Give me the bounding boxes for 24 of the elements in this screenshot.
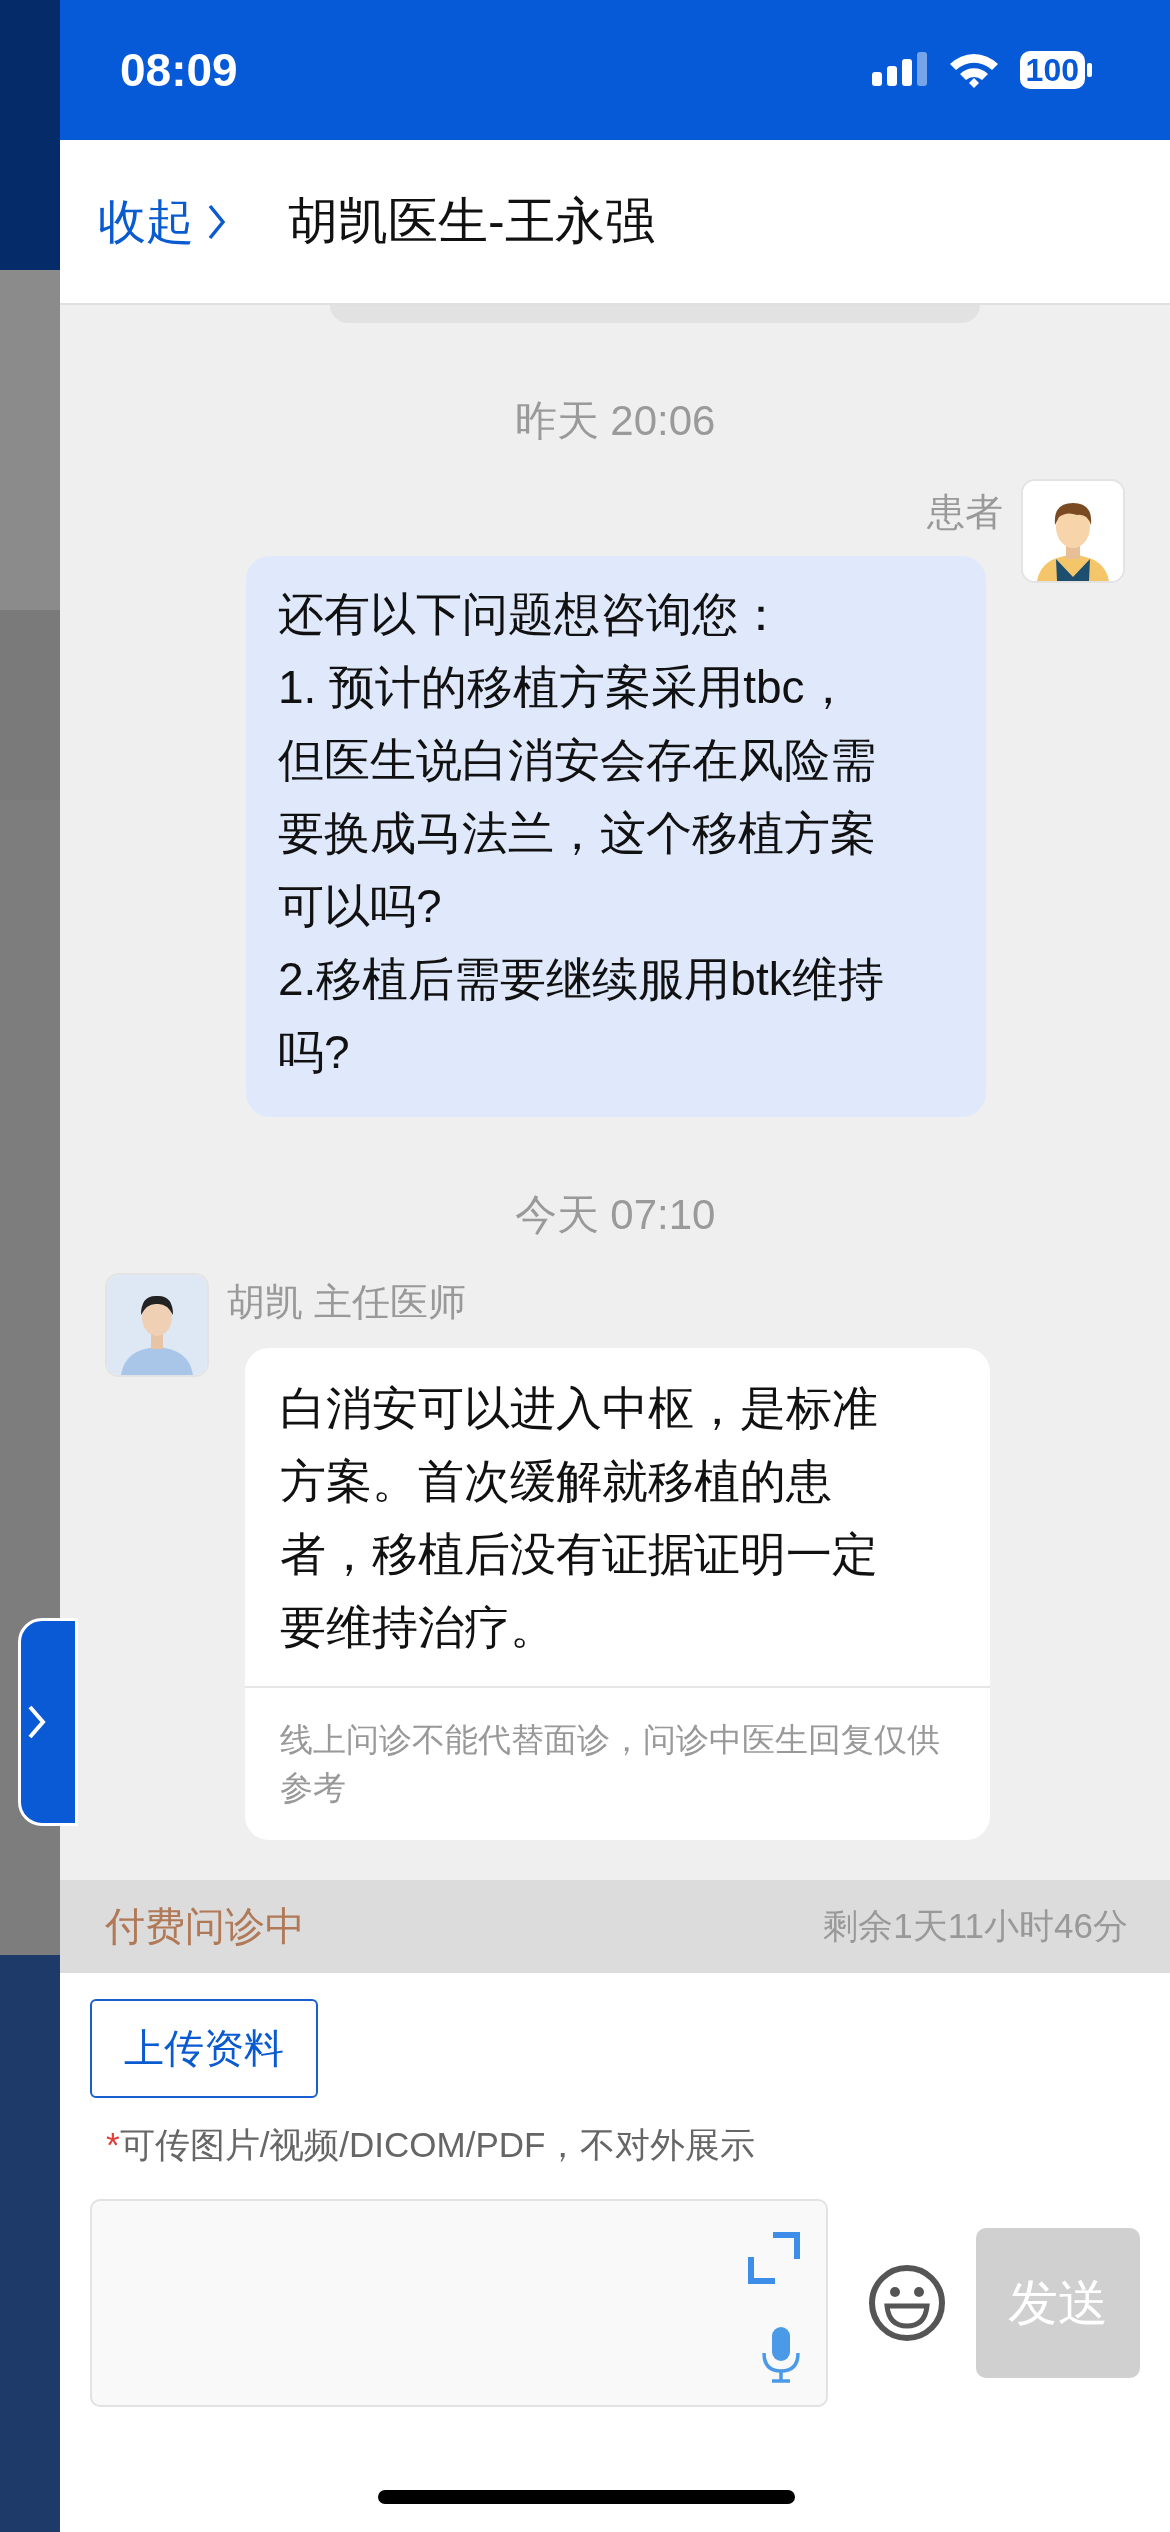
battery-tip-icon [1087, 63, 1092, 77]
sender-name: 患者 [927, 490, 1003, 535]
upload-note: *可传图片/视频/DICOM/PDF，不对外展示 [106, 2124, 757, 2166]
time-remaining: 剩余1天11小时46分 [823, 1905, 1128, 1947]
chevron-right-icon [27, 1704, 47, 1740]
battery-icon: 100 [1019, 51, 1085, 89]
microphone-icon [760, 2327, 801, 2383]
timestamp: 昨天 20:06 [514, 396, 716, 446]
disclaimer-text: 线上问诊不能代替面诊，问诊中医生回复仅供参考 [245, 1686, 990, 1840]
sender-name: 胡凯 主任医师 [227, 1280, 467, 1325]
timestamp: 今天 07:10 [514, 1190, 716, 1240]
emoji-icon[interactable] [867, 2264, 946, 2342]
signal-icon [871, 52, 928, 88]
chevron-right-icon [208, 203, 226, 240]
clock: 08:09 [120, 43, 238, 97]
chat-title: 胡凯医生-王永强 [288, 192, 655, 251]
collapse-button[interactable]: 收起 [98, 189, 226, 254]
message-bubble: 还有以下问题想咨询您： 1. 预计的移植方案采用tbc， 但医生说白消安会存在风险需 要换成马法兰，这个移植方案 可以吗? 2.移植后需要继续服用btk维持 吗? [246, 556, 986, 1117]
status-label: 付费问诊中 [105, 1903, 305, 1950]
message-text: 白消安可以进入中枢，是标准 方案。首次缓解就移植的患 者，移植后没有证据证明一定 要维持治疗。 [279, 1381, 879, 1655]
side-tab[interactable] [18, 1618, 78, 1826]
upload-button[interactable]: 上传资料 [90, 1999, 318, 2098]
message-input[interactable] [90, 2199, 828, 2407]
expand-icon [746, 2231, 801, 2285]
